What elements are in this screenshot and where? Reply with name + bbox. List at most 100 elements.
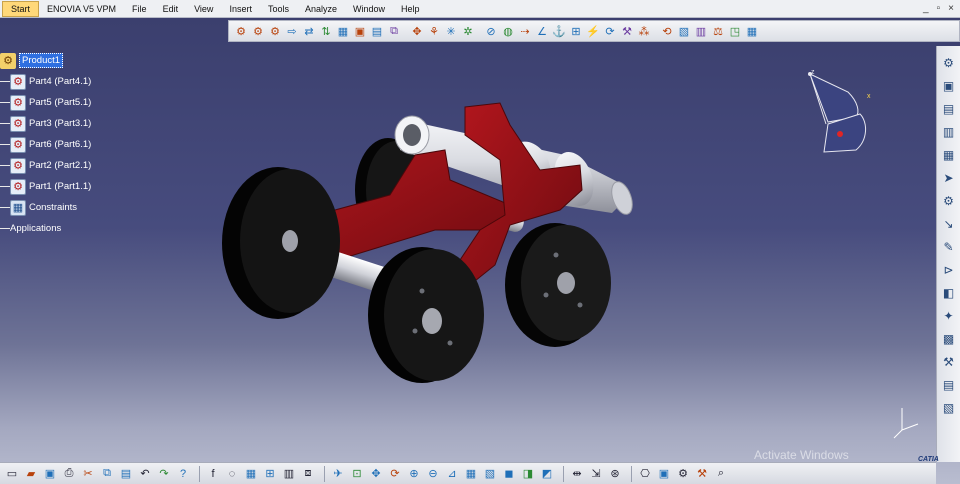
manage-representations-icon[interactable]: ▤ bbox=[369, 23, 385, 39]
catalog-icon[interactable]: ▥ bbox=[281, 466, 297, 482]
coincidence-constraint-icon[interactable]: ⊘ bbox=[483, 23, 499, 39]
menu-enovia[interactable]: ENOVIA V5 VPM bbox=[39, 0, 124, 18]
iso-view-icon[interactable]: ▧ bbox=[482, 466, 498, 482]
sheet-icon[interactable]: ▤ bbox=[940, 376, 957, 393]
zoom-out-icon[interactable]: ⊖ bbox=[425, 466, 441, 482]
change-constraint-icon[interactable]: ⚒ bbox=[619, 23, 635, 39]
contact-constraint-icon[interactable]: ◍ bbox=[500, 23, 516, 39]
fix-component-icon[interactable]: ⚓ bbox=[551, 23, 567, 39]
formula-icon[interactable]: f bbox=[205, 466, 221, 482]
new-product-icon[interactable]: ⚙ bbox=[250, 23, 266, 39]
menu-help[interactable]: Help bbox=[393, 0, 428, 18]
space-analysis-icon[interactable]: ◳ bbox=[727, 23, 743, 39]
stop-manipulate-on-clash-icon[interactable]: ✲ bbox=[460, 23, 476, 39]
selective-load-icon[interactable]: ▣ bbox=[352, 23, 368, 39]
menu-start[interactable]: Start bbox=[2, 0, 40, 17]
reuse-pattern-icon[interactable]: ⁂ bbox=[636, 23, 652, 39]
capture-icon[interactable]: ⎔ bbox=[637, 466, 653, 482]
constraint-arrow-icon[interactable]: ↘ bbox=[940, 215, 957, 232]
fix-together-icon[interactable]: ⊞ bbox=[568, 23, 584, 39]
knowledge-icon[interactable]: ▦ bbox=[243, 466, 259, 482]
replace-component-icon[interactable]: ⇄ bbox=[301, 23, 317, 39]
fly-mode-icon[interactable]: ✈ bbox=[330, 466, 346, 482]
settings-icon[interactable]: ⚙ bbox=[675, 466, 691, 482]
snap-icon[interactable]: ⚘ bbox=[426, 23, 442, 39]
menu-tools[interactable]: Tools bbox=[260, 0, 297, 18]
annotation-icon[interactable]: ✎ bbox=[940, 238, 957, 255]
new-part-icon[interactable]: ⚙ bbox=[267, 23, 283, 39]
zoom-in-icon[interactable]: ⊕ bbox=[406, 466, 422, 482]
measure-inertia-icon[interactable]: ⊛ bbox=[607, 466, 623, 482]
measure-icon[interactable]: ⚖ bbox=[710, 23, 726, 39]
graph-tree-reorder-icon[interactable]: ⇅ bbox=[318, 23, 334, 39]
tree-item-part4[interactable]: ⚙ Part4 (Part4.1) bbox=[0, 71, 91, 92]
view-side-icon[interactable]: ▤ bbox=[940, 100, 957, 117]
restore-button[interactable]: ▫ bbox=[937, 3, 941, 14]
new-file-icon[interactable]: ▭ bbox=[4, 466, 20, 482]
menu-edit[interactable]: Edit bbox=[155, 0, 187, 18]
select-arrow-icon[interactable]: ➤ bbox=[940, 169, 957, 186]
parts-icon[interactable]: ⚒ bbox=[940, 353, 957, 370]
explode-icon[interactable]: ✳ bbox=[443, 23, 459, 39]
measure-item-icon[interactable]: ⇲ bbox=[588, 466, 604, 482]
menu-insert[interactable]: Insert bbox=[221, 0, 260, 18]
tree-item-constraints[interactable]: ▦ Constraints bbox=[0, 197, 91, 218]
measure-between-icon[interactable]: ⇹ bbox=[569, 466, 585, 482]
surface-icon[interactable]: ◧ bbox=[940, 284, 957, 301]
view-iso-icon[interactable]: ▦ bbox=[940, 146, 957, 163]
normal-view-icon[interactable]: ⊿ bbox=[444, 466, 460, 482]
close-button[interactable]: × bbox=[948, 3, 954, 14]
gear-icon[interactable]: ⚙ bbox=[940, 54, 957, 71]
rotate-icon[interactable]: ⟳ bbox=[387, 466, 403, 482]
tree-item-part5[interactable]: ⚙ Part5 (Part5.1) bbox=[0, 92, 91, 113]
save-icon[interactable]: ▣ bbox=[42, 466, 58, 482]
copy-icon[interactable]: ⧉ bbox=[99, 466, 115, 482]
comment-icon[interactable]: ◌ bbox=[224, 466, 240, 482]
offset-constraint-icon[interactable]: ⇢ bbox=[517, 23, 533, 39]
hide-show-icon[interactable]: ◨ bbox=[520, 466, 536, 482]
tools-icon[interactable]: ⚒ bbox=[694, 466, 710, 482]
compass-widget[interactable]: z x bbox=[798, 62, 888, 162]
flexible-subassembly-icon[interactable]: ⟳ bbox=[602, 23, 618, 39]
new-component-icon[interactable]: ⚙ bbox=[233, 23, 249, 39]
quick-constraint-icon[interactable]: ⚡ bbox=[585, 23, 601, 39]
minimize-button[interactable]: _ bbox=[923, 3, 929, 14]
tree-item-part6[interactable]: ⚙ Part6 (Part6.1) bbox=[0, 134, 91, 155]
cannon-model[interactable] bbox=[210, 95, 650, 395]
wheel-front-right[interactable] bbox=[368, 247, 484, 383]
menu-view[interactable]: View bbox=[186, 0, 221, 18]
video-icon[interactable]: ▣ bbox=[656, 466, 672, 482]
tree-item-part1[interactable]: ⚙ Part1 (Part1.1) bbox=[0, 176, 91, 197]
print-icon[interactable]: ⎙ bbox=[61, 466, 77, 482]
fit-all-icon[interactable]: ⊡ bbox=[349, 466, 365, 482]
tree-item-part3[interactable]: ⚙ Part3 (Part3.1) bbox=[0, 113, 91, 134]
open-folder-icon[interactable]: ▰ bbox=[23, 466, 39, 482]
tree-root[interactable]: ⚙ Product1 bbox=[0, 50, 91, 71]
wheel-front-left[interactable] bbox=[222, 167, 340, 319]
shading-icon[interactable]: ◼ bbox=[501, 466, 517, 482]
catalog-browser-icon[interactable]: ▥ bbox=[693, 23, 709, 39]
plane-icon[interactable]: ⊳ bbox=[940, 261, 957, 278]
multi-view-icon[interactable]: ▦ bbox=[463, 466, 479, 482]
view-front-icon[interactable]: ▣ bbox=[940, 77, 957, 94]
paint-icon[interactable]: ✦ bbox=[940, 307, 957, 324]
multi-instantiation-icon[interactable]: ⧉ bbox=[386, 23, 402, 39]
generate-numbering-icon[interactable]: ▦ bbox=[335, 23, 351, 39]
undo-icon[interactable]: ↶ bbox=[137, 466, 153, 482]
scenes-icon[interactable]: ▧ bbox=[676, 23, 692, 39]
tree-item-applications[interactable]: Applications bbox=[0, 218, 91, 239]
existing-component-icon[interactable]: ⇨ bbox=[284, 23, 300, 39]
bill-of-material-icon[interactable]: ▦ bbox=[744, 23, 760, 39]
paste-icon[interactable]: ▤ bbox=[118, 466, 134, 482]
cube-icon[interactable]: ▩ bbox=[940, 330, 957, 347]
menu-window[interactable]: Window bbox=[345, 0, 393, 18]
wheel-back-right[interactable] bbox=[505, 223, 611, 347]
redo-icon[interactable]: ↷ bbox=[156, 466, 172, 482]
cut-icon[interactable]: ✂ bbox=[80, 466, 96, 482]
assembly-gear-icon[interactable]: ⚙ bbox=[940, 192, 957, 209]
manipulate-icon[interactable]: ✥ bbox=[409, 23, 425, 39]
update-all-icon[interactable]: ⟲ bbox=[659, 23, 675, 39]
angle-constraint-icon[interactable]: ∠ bbox=[534, 23, 550, 39]
swap-visible-icon[interactable]: ◩ bbox=[539, 466, 555, 482]
tree-item-part2[interactable]: ⚙ Part2 (Part2.1) bbox=[0, 155, 91, 176]
